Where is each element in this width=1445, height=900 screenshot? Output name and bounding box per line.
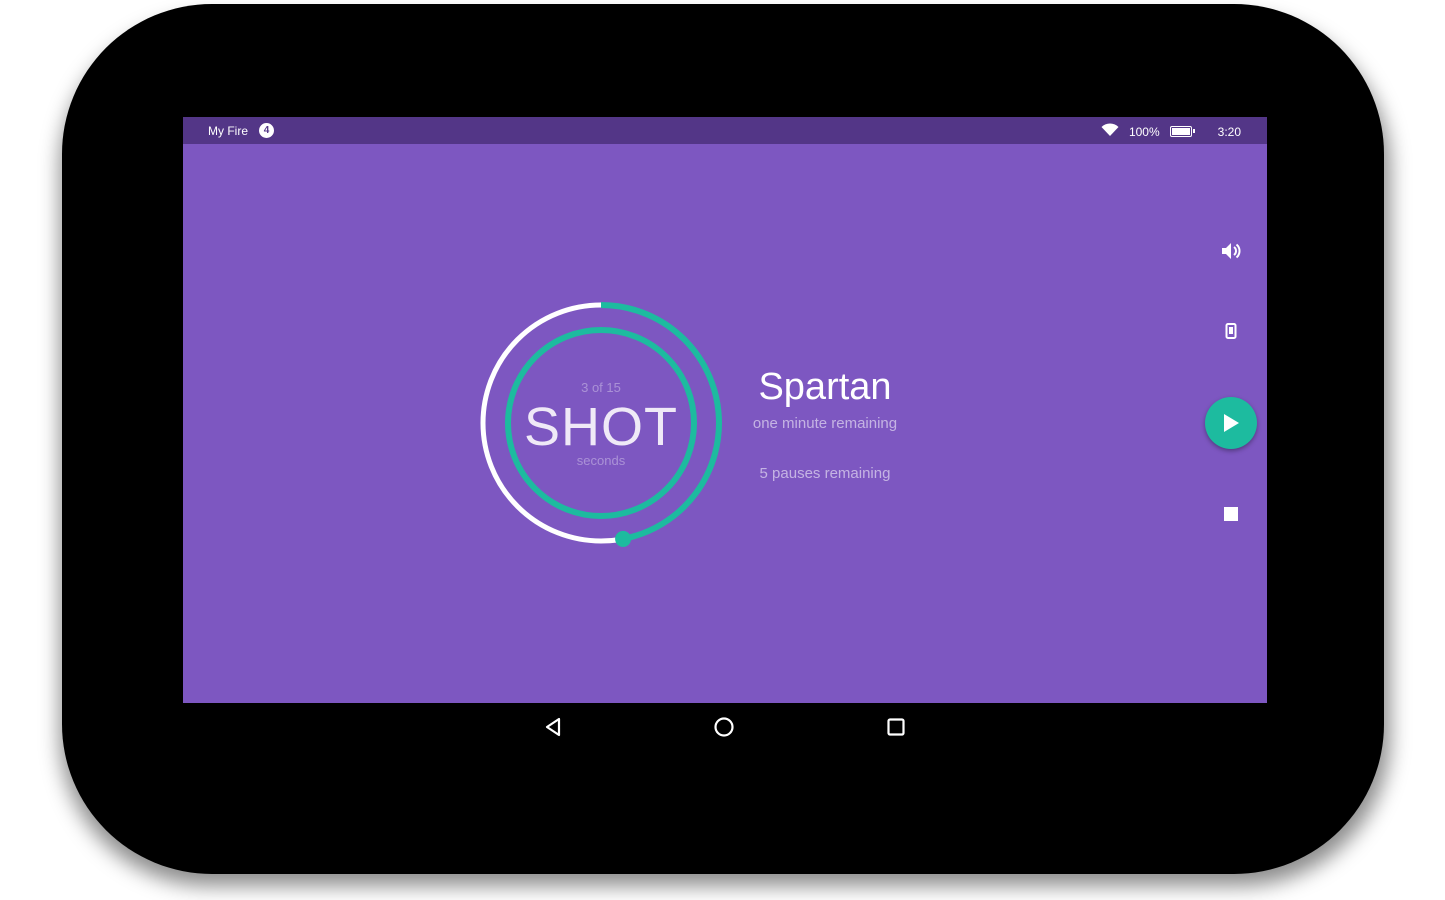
timer-text: 3 of 15 SHOT seconds xyxy=(476,298,726,548)
recents-button[interactable] xyxy=(881,712,911,742)
pauses-remaining: 5 pauses remaining xyxy=(759,465,891,482)
play-button[interactable] xyxy=(1205,397,1257,449)
play-icon xyxy=(1224,414,1239,432)
status-bar-right: 100% 3:20 xyxy=(1101,123,1241,140)
round-counter: 3 of 15 xyxy=(581,380,621,395)
back-triangle-icon xyxy=(545,717,561,737)
app-screen: My Fire 4 100% 3:20 3 of 15 SHOT seconds… xyxy=(183,117,1267,703)
sound-button[interactable] xyxy=(1213,233,1249,269)
time-remaining: one minute remaining xyxy=(752,415,898,432)
vibrate-icon xyxy=(1225,323,1237,339)
device-name: My Fire xyxy=(208,123,248,138)
notification-count: 4 xyxy=(263,125,270,136)
clock: 3:20 xyxy=(1217,124,1241,139)
recents-square-icon xyxy=(887,718,905,736)
home-button[interactable] xyxy=(709,712,739,742)
status-bar-left: My Fire 4 xyxy=(208,123,274,138)
status-bar: My Fire 4 100% 3:20 xyxy=(183,117,1267,144)
battery-level: 100% xyxy=(1128,124,1160,139)
back-button[interactable] xyxy=(538,712,568,742)
unit-label: seconds xyxy=(576,453,626,468)
stop-button[interactable] xyxy=(1213,496,1249,532)
volume-icon xyxy=(1222,243,1241,259)
wifi-icon xyxy=(1101,123,1119,140)
workout-name: Spartan xyxy=(758,366,892,408)
exercise-label: SHOT xyxy=(523,397,678,457)
stop-icon xyxy=(1224,507,1238,521)
home-circle-icon xyxy=(714,717,734,737)
vibrate-button[interactable] xyxy=(1213,313,1249,349)
notification-badge: 4 xyxy=(259,123,274,138)
battery-icon xyxy=(1169,126,1195,137)
workout-info: Spartan one minute remaining 5 pauses re… xyxy=(735,365,915,482)
